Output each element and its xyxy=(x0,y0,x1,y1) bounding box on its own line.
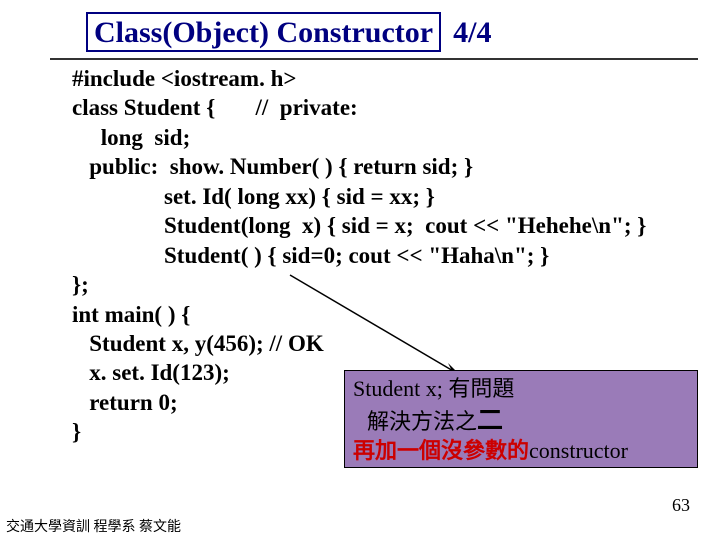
footer-text: 交通大學資訓 程學系 蔡文能 xyxy=(6,516,181,536)
callout-text: constructor xyxy=(529,438,628,463)
callout-box: Student x; 有問題 解決方法之二 再加一個沒參數的constructo… xyxy=(344,370,698,468)
page-number: 63 xyxy=(672,495,690,516)
slide-title: Class(Object) Constructor 4/4 xyxy=(86,12,491,52)
callout-line-1: Student x; 有問題 xyxy=(353,375,689,404)
title-boxed: Class(Object) Constructor xyxy=(86,12,441,52)
callout-red-text: 再加一個沒參數的 xyxy=(353,438,529,463)
callout-emphasis: 二 xyxy=(477,406,503,435)
callout-text: 解決方法之 xyxy=(367,409,477,434)
callout-line-3: 再加一個沒參數的constructor xyxy=(353,437,689,466)
title-suffix: 4/4 xyxy=(453,16,491,50)
callout-line-2: 解決方法之二 xyxy=(353,404,689,438)
callout-code-ref: Student x; xyxy=(353,376,448,401)
callout-text: 有問題 xyxy=(448,376,514,401)
